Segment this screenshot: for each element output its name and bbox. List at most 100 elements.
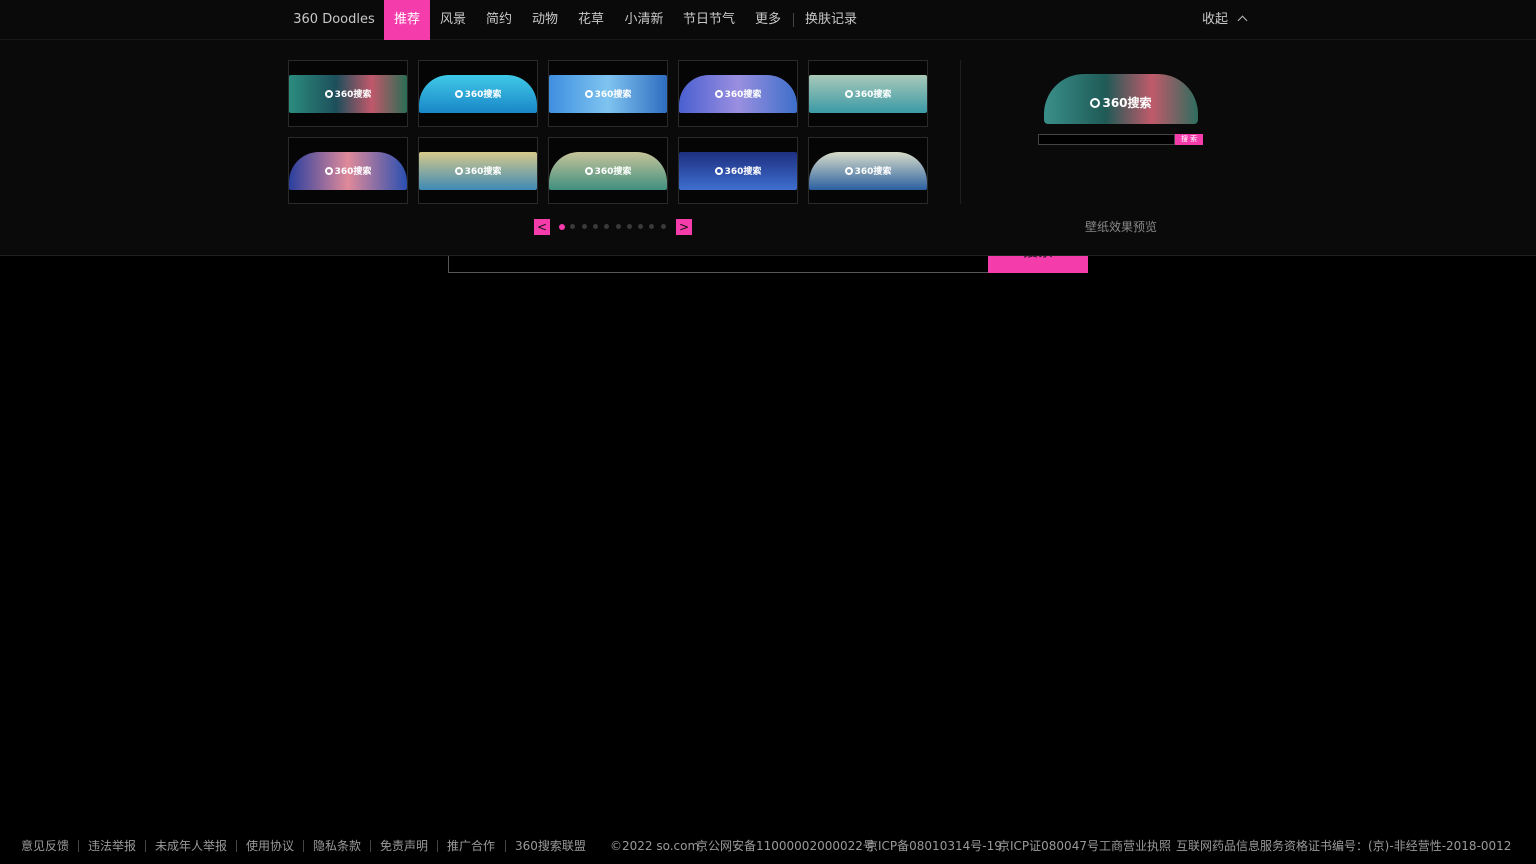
preview-search-button: 搜 索 xyxy=(1175,134,1203,145)
footer-record-link[interactable]: 京ICP证080047号 xyxy=(998,836,1099,856)
search-logo-icon xyxy=(844,167,853,175)
skin-thumbnail[interactable]: 360搜索 xyxy=(418,137,538,204)
thumbnail-logo-text: 360搜索 xyxy=(854,90,892,100)
search-logo-icon xyxy=(454,167,463,175)
skin-thumbnail[interactable]: 360搜索 xyxy=(288,137,408,204)
footer-link[interactable]: 意见反馈 xyxy=(21,836,69,856)
thumbnail-logo: 360搜索 xyxy=(549,87,667,100)
skin-category-nav: 360 Doodles 推荐 风景 简约 动物 花草 小清新 节日节气 更多 换… xyxy=(0,0,1536,40)
footer-link[interactable]: 未成年人举报 xyxy=(155,836,227,856)
nav-animals[interactable]: 动物 xyxy=(524,0,566,40)
search-logo-icon xyxy=(454,90,463,98)
skin-selector-panel: 360 Doodles 推荐 风景 简约 动物 花草 小清新 节日节气 更多 换… xyxy=(0,0,1536,256)
search-logo-icon xyxy=(584,90,593,98)
nav-divider xyxy=(793,13,794,27)
thumbnail-pager: < > xyxy=(534,219,692,235)
pager-dot[interactable] xyxy=(615,224,621,229)
pager-prev-button[interactable]: < xyxy=(534,219,550,235)
skin-thumbnail-grid: 360搜索 360搜索 360搜索 360搜索 360搜索 360搜索 360搜索 360搜索… xyxy=(288,60,928,204)
pager-dot[interactable] xyxy=(604,224,610,229)
nav-360-doodles[interactable]: 360 Doodles xyxy=(288,0,380,40)
footer-link[interactable]: 推广合作 xyxy=(447,836,495,856)
skin-thumbnail[interactable]: 360搜索 xyxy=(678,137,798,204)
footer-divider xyxy=(78,840,79,852)
footer-divider xyxy=(236,840,237,852)
thumbnail-logo-text: 360搜索 xyxy=(594,90,632,100)
footer-record-link[interactable]: 互联网药品信息服务资格证书编号：(京)-非经营性-2018-0012 xyxy=(1176,836,1511,856)
thumbnail-logo: 360搜索 xyxy=(679,87,797,100)
search-logo-icon xyxy=(324,167,333,175)
skin-thumbnail[interactable]: 360搜索 xyxy=(678,60,798,127)
footer-link[interactable]: 隐私条款 xyxy=(313,836,361,856)
footer-divider xyxy=(303,840,304,852)
thumbnail-logo: 360搜索 xyxy=(809,87,927,100)
thumbnail-logo: 360搜索 xyxy=(809,164,927,177)
collapse-button[interactable]: 收起 xyxy=(1202,0,1248,40)
pager-dot[interactable] xyxy=(559,224,565,230)
footer-record-link[interactable]: 京公网安备11000002000022号 xyxy=(696,836,875,856)
panel-divider xyxy=(960,60,961,204)
skin-thumbnail[interactable]: 360搜索 xyxy=(288,60,408,127)
wallpaper-preview: 360搜索 搜 索 xyxy=(1036,70,1206,150)
thumbnail-logo: 360搜索 xyxy=(419,164,537,177)
pager-dot[interactable] xyxy=(638,224,644,229)
search-logo-icon xyxy=(584,167,593,175)
footer-link[interactable]: 使用协议 xyxy=(246,836,294,856)
nav-fresh[interactable]: 小清新 xyxy=(618,0,670,40)
chevron-up-icon xyxy=(1237,15,1248,26)
preview-search-input xyxy=(1038,134,1175,145)
thumbnail-logo: 360搜索 xyxy=(549,164,667,177)
nav-scenery[interactable]: 风景 xyxy=(432,0,474,40)
thumbnail-logo: 360搜索 xyxy=(289,87,407,100)
nav-more[interactable]: 更多 xyxy=(748,0,788,40)
nav-festivals[interactable]: 节日节气 xyxy=(678,0,740,40)
thumbnail-logo-text: 360搜索 xyxy=(854,167,892,177)
pager-dot[interactable] xyxy=(660,224,666,229)
thumbnail-logo-text: 360搜索 xyxy=(724,90,762,100)
pager-dot[interactable] xyxy=(592,224,598,229)
pager-dot[interactable] xyxy=(570,224,576,229)
skin-thumbnail[interactable]: 360搜索 xyxy=(808,60,928,127)
nav-recommended[interactable]: 推荐 xyxy=(384,0,430,40)
thumbnail-logo: 360搜索 xyxy=(679,164,797,177)
skin-thumbnail[interactable]: 360搜索 xyxy=(418,60,538,127)
search-logo-icon xyxy=(324,90,333,98)
search-logo-icon xyxy=(844,90,853,98)
pager-dot[interactable] xyxy=(581,224,587,229)
search-logo-icon xyxy=(714,167,723,175)
nav-simple[interactable]: 简约 xyxy=(478,0,520,40)
search-logo-icon xyxy=(714,90,723,98)
footer-copyright: ©2022 so.com xyxy=(610,839,700,853)
skin-thumbnail[interactable]: 360搜索 xyxy=(808,137,928,204)
footer-link[interactable]: 360搜索联盟 xyxy=(515,836,586,856)
thumbnail-logo-text: 360搜索 xyxy=(594,167,632,177)
footer-link[interactable]: 免责声明 xyxy=(380,836,428,856)
pager-dot[interactable] xyxy=(649,224,655,229)
footer-divider xyxy=(145,840,146,852)
preview-logo-text: 360搜索 xyxy=(1102,96,1152,110)
collapse-label: 收起 xyxy=(1202,12,1229,27)
thumbnail-logo-text: 360搜索 xyxy=(464,90,502,100)
skin-thumbnail[interactable]: 360搜索 xyxy=(548,137,668,204)
pager-dot[interactable] xyxy=(626,224,632,229)
nav-skin-history[interactable]: 换肤记录 xyxy=(800,0,862,40)
thumbnail-logo: 360搜索 xyxy=(419,87,537,100)
footer-divider xyxy=(370,840,371,852)
skin-thumbnail[interactable]: 360搜索 xyxy=(548,60,668,127)
footer-record-link[interactable]: 工商营业执照 xyxy=(1099,836,1171,856)
thumbnail-logo-text: 360搜索 xyxy=(464,167,502,177)
pager-next-button[interactable]: > xyxy=(676,219,692,235)
thumbnail-logo-text: 360搜索 xyxy=(334,90,372,100)
thumbnail-logo-text: 360搜索 xyxy=(724,167,762,177)
footer-divider xyxy=(505,840,506,852)
footer-link[interactable]: 违法举报 xyxy=(88,836,136,856)
footer: 意见反馈 违法举报 未成年人举报 使用协议 隐私条款 免责声明 推广合作 360搜索联盟 ©20… xyxy=(0,836,1536,856)
footer-record-link[interactable]: 京ICP备08010314号-19 xyxy=(866,836,1002,856)
nav-flowers[interactable]: 花草 xyxy=(570,0,612,40)
footer-divider xyxy=(437,840,438,852)
preview-logo: 360搜索 xyxy=(1036,94,1206,111)
search-logo-icon xyxy=(1090,98,1101,108)
thumbnail-logo: 360搜索 xyxy=(289,164,407,177)
thumbnail-logo-text: 360搜索 xyxy=(334,167,372,177)
preview-caption: 壁纸效果预览 xyxy=(1084,220,1157,234)
